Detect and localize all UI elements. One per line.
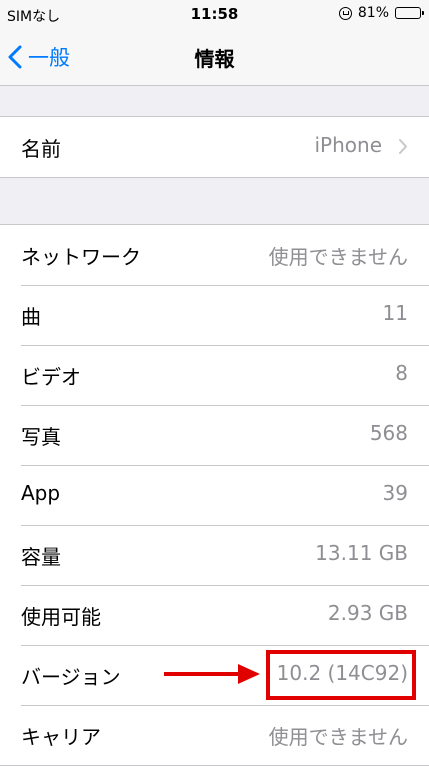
row-label: バージョン xyxy=(21,665,121,689)
row-value: 39 xyxy=(382,481,408,505)
row-label: 使用可能 xyxy=(21,605,101,629)
row-label: App xyxy=(21,481,61,505)
status-bar: SIMなし 11:58 81% xyxy=(0,0,429,30)
row-label: キャリア xyxy=(21,725,101,749)
row-videos: ビデオ 8 xyxy=(0,345,429,405)
red-arrow-icon xyxy=(164,664,260,684)
row-value: 568 xyxy=(369,421,408,445)
row-label: 写真 xyxy=(21,425,61,449)
battery-percent: 81% xyxy=(357,5,389,21)
name-group: 名前 iPhone xyxy=(0,116,429,178)
orientation-lock-icon xyxy=(338,6,352,20)
row-name[interactable]: 名前 iPhone xyxy=(0,117,429,177)
status-right: 81% xyxy=(338,5,424,21)
battery-icon xyxy=(395,7,424,19)
row-value: 11 xyxy=(382,301,408,325)
navigation-bar: 一般 情報 xyxy=(0,30,429,86)
row-value: 2.93 GB xyxy=(327,601,408,625)
row-network: ネットワーク 使用できません xyxy=(0,225,429,285)
row-available: 使用可能 2.93 GB xyxy=(0,585,429,645)
row-apps: App 39 xyxy=(0,465,429,525)
row-capacity: 容量 13.11 GB xyxy=(0,525,429,585)
row-label: ネットワーク xyxy=(21,245,141,269)
row-photos: 写真 568 xyxy=(0,405,429,465)
version-highlight-box xyxy=(266,650,416,700)
row-value: 使用できません xyxy=(268,245,408,269)
row-label: ビデオ xyxy=(21,365,81,389)
row-value: 13.11 GB xyxy=(315,541,408,565)
row-value: 使用できません xyxy=(268,725,408,749)
row-songs: 曲 11 xyxy=(0,285,429,345)
row-label: 曲 xyxy=(21,305,41,329)
row-carrier: キャリア 使用できません xyxy=(0,705,429,765)
row-value: iPhone xyxy=(314,133,382,157)
row-label: 容量 xyxy=(21,545,61,569)
chevron-right-icon xyxy=(399,139,407,154)
page-title: 情報 xyxy=(194,47,235,71)
row-label: 名前 xyxy=(21,137,61,161)
row-value: 8 xyxy=(395,361,408,385)
